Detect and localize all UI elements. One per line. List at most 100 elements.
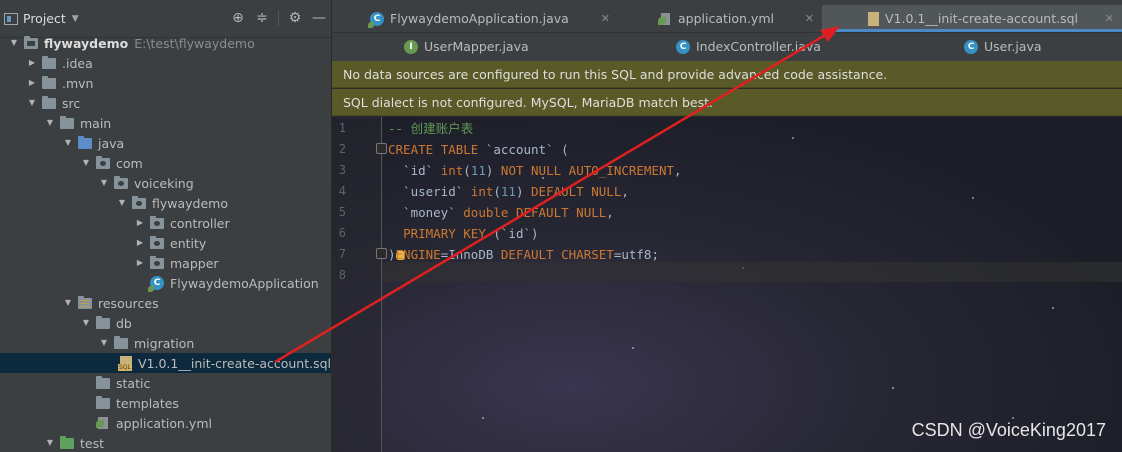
- code-line[interactable]: PRIMARY KEY (`id`): [388, 224, 538, 244]
- chevron-down-icon[interactable]: ▼: [72, 14, 79, 24]
- tree-item-flywaydemoapplication[interactable]: C FlywaydemoApplication: [0, 273, 331, 293]
- chevron-down-icon[interactable]: ▼: [80, 157, 92, 169]
- folder-icon: [42, 95, 56, 109]
- tree-item-label: main: [80, 115, 112, 131]
- tree-item-mvn[interactable]: ▶ .mvn: [0, 73, 331, 93]
- watermark: CSDN @VoiceKing2017: [911, 420, 1106, 440]
- line-number: 6: [338, 226, 346, 240]
- project-icon: [4, 12, 18, 25]
- tab-user[interactable]: C User.java: [964, 33, 1114, 60]
- tree-item-label: .mvn: [62, 75, 94, 91]
- tree-item-label: templates: [116, 395, 179, 411]
- tree-item-static[interactable]: static: [0, 373, 331, 393]
- datasource-warning-text: No data sources are configured to run th…: [343, 66, 888, 82]
- chevron-right-icon[interactable]: ▶: [134, 257, 146, 269]
- tree-item-v1-0-1-init-create-account-sql[interactable]: V1.0.1__init-create-account.sql: [0, 353, 331, 373]
- folder-icon: [114, 335, 128, 349]
- sql-file-icon: [868, 11, 879, 26]
- tree-item-flywaydemo[interactable]: ▼ flywaydemo E:\test\flywaydemo: [0, 33, 331, 53]
- package-icon: [114, 175, 128, 189]
- tree-item-java[interactable]: ▼ java: [0, 133, 331, 153]
- tree-item-templates[interactable]: templates: [0, 393, 331, 413]
- chevron-down-icon[interactable]: ▼: [62, 137, 74, 149]
- tree-item-label: java: [98, 135, 125, 151]
- chevron-down-icon[interactable]: ▼: [44, 117, 56, 129]
- tree-item-controller[interactable]: ▶ controller: [0, 213, 331, 233]
- tree-item-com[interactable]: ▼ com: [0, 153, 331, 173]
- tree-item-db[interactable]: ▼ db: [0, 313, 331, 333]
- chevron-right-icon[interactable]: ▶: [26, 57, 38, 69]
- tree-item-src[interactable]: ▼ src: [0, 93, 331, 113]
- gear-icon[interactable]: ⚙: [287, 10, 303, 26]
- chevron-down-icon[interactable]: ▼: [98, 337, 110, 349]
- crosshair-icon[interactable]: ⊕: [230, 10, 246, 26]
- tree-item-mapper[interactable]: ▶ mapper: [0, 253, 331, 273]
- tab-label: UserMapper.java: [424, 39, 529, 54]
- chevron-down-icon[interactable]: ▼: [62, 297, 74, 309]
- package-icon: [150, 215, 164, 229]
- chevron-down-icon[interactable]: ▼: [116, 197, 128, 209]
- chevron-right-icon[interactable]: ▶: [134, 217, 146, 229]
- tab-application-yml[interactable]: application.yml ✕: [658, 5, 822, 32]
- tab-user-mapper[interactable]: I UserMapper.java: [404, 33, 654, 60]
- close-icon[interactable]: ✕: [1105, 12, 1122, 25]
- tree-item-application-yml[interactable]: application.yml: [0, 413, 331, 433]
- collapse-icon[interactable]: ≑: [254, 10, 270, 26]
- chevron-down-icon[interactable]: ▼: [98, 177, 110, 189]
- tree-item-voiceking[interactable]: ▼ voiceking: [0, 173, 331, 193]
- line-number: 3: [338, 163, 346, 177]
- toolbar-divider: [278, 10, 279, 26]
- current-line-highlight: [382, 262, 1122, 282]
- tab-init-create-account-sql[interactable]: V1.0.1__init-create-account.sql ✕: [822, 5, 1122, 32]
- close-icon[interactable]: ✕: [805, 12, 822, 25]
- line-number: 5: [338, 205, 346, 219]
- gutter-divider: [381, 117, 382, 452]
- tree-item-label: static: [116, 375, 151, 391]
- tree-item-path: E:\test\flywaydemo: [134, 35, 255, 51]
- tab-flywaydemo-application[interactable]: C FlywaydemoApplication.java ✕: [368, 5, 618, 32]
- chevron-right-icon[interactable]: ▶: [134, 237, 146, 249]
- project-panel: Project ▼ ⊕ ≑ ⚙ — ▼ flywaydemo E:\test\fly…: [0, 0, 332, 452]
- chevron-right-icon[interactable]: ▶: [26, 77, 38, 89]
- dialect-warning-text: SQL dialect is not configured. MySQL, Ma…: [343, 94, 713, 110]
- tree-item-test[interactable]: ▼ test: [0, 433, 331, 452]
- code-line[interactable]: CREATE TABLE `account` (: [388, 140, 569, 160]
- tree-item-label: V1.0.1__init-create-account.sql: [138, 355, 332, 371]
- folder-icon: [96, 395, 110, 409]
- code-line[interactable]: `userid` int(11) DEFAULT NULL,: [388, 182, 629, 202]
- tab-label: IndexController.java: [696, 39, 821, 54]
- tree-item-entity[interactable]: ▶ entity: [0, 233, 331, 253]
- chevron-down-icon[interactable]: ▼: [26, 97, 38, 109]
- minimize-icon[interactable]: —: [311, 10, 327, 26]
- close-icon[interactable]: ✕: [601, 12, 618, 25]
- code-line[interactable]: )ENGINE=InnoDB DEFAULT CHARSET=utf8;: [388, 245, 659, 265]
- tree-item-migration[interactable]: ▼ migration: [0, 333, 331, 353]
- folder-icon: [96, 315, 110, 329]
- tab-index-controller[interactable]: C IndexController.java: [676, 33, 936, 60]
- dialect-warning-banner: SQL dialect is not configured. MySQL, Ma…: [332, 89, 1122, 116]
- chevron-down-icon[interactable]: ▼: [80, 317, 92, 329]
- code-line[interactable]: -- 创建账户表: [388, 119, 473, 139]
- tree-item-flywaydemo[interactable]: ▼ flywaydemo: [0, 193, 331, 213]
- code-editor[interactable]: 1 2 3 4 5 6 7 8 -- 创建账户表 CREATE TABLE `account` …: [332, 117, 1122, 452]
- spring-class-icon: C: [368, 11, 384, 28]
- yml-file-icon: [658, 12, 672, 26]
- code-line[interactable]: `money` double DEFAULT NULL,: [388, 203, 614, 223]
- fold-marker-icon[interactable]: [376, 248, 387, 259]
- yml-file-icon: [96, 416, 110, 430]
- folder-icon: [96, 375, 110, 389]
- chevron-down-icon[interactable]: ▼: [44, 437, 56, 449]
- chevron-down-icon[interactable]: ▼: [8, 37, 20, 49]
- datasource-warning-banner: No data sources are configured to run th…: [332, 61, 1122, 88]
- tree-item-label: mapper: [170, 255, 219, 271]
- line-number: 8: [338, 268, 346, 282]
- tree-item-label: com: [116, 155, 143, 171]
- tree-item-resources[interactable]: ▼ resources: [0, 293, 331, 313]
- tree-item-main[interactable]: ▼ main: [0, 113, 331, 133]
- package-icon: [96, 155, 110, 169]
- project-title[interactable]: Project: [23, 11, 66, 26]
- code-line[interactable]: `id` int(11) NOT NULL AUTO_INCREMENT,: [388, 161, 682, 181]
- tree-item-idea[interactable]: ▶ .idea: [0, 53, 331, 73]
- fold-marker-icon[interactable]: [376, 143, 387, 154]
